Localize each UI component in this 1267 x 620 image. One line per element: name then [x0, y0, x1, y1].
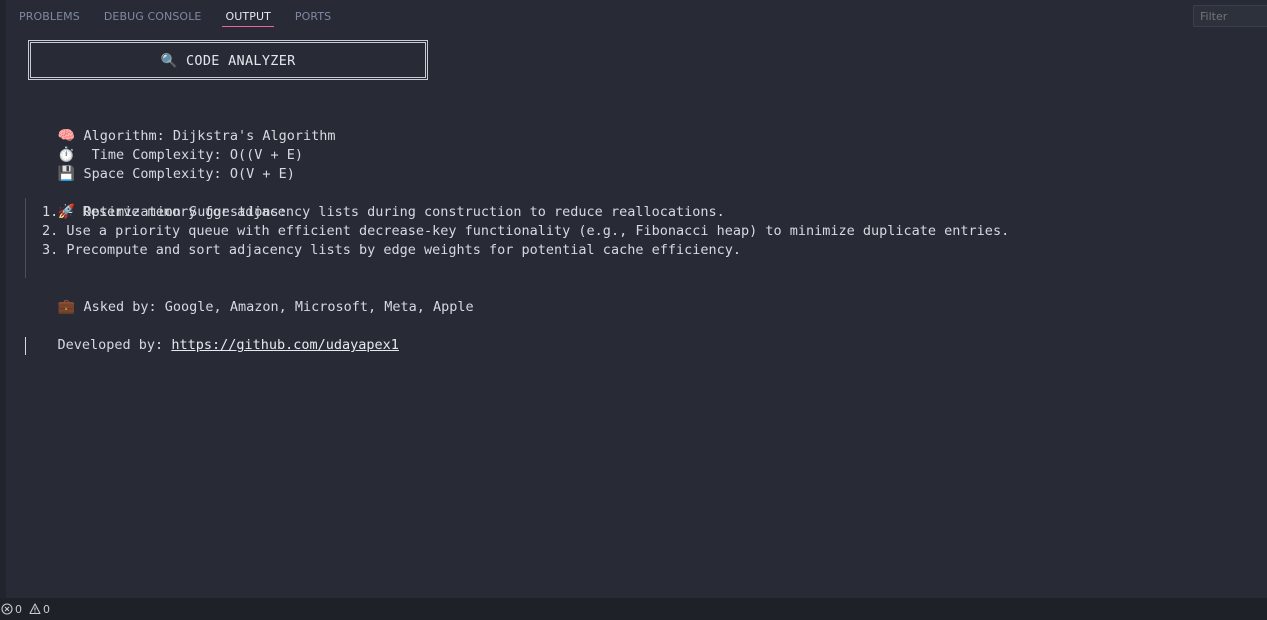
- suggestion-item: 3. Precompute and sort adjacency lists b…: [42, 242, 741, 258]
- floppy-disk-icon: 💾: [57, 166, 75, 182]
- warning-count: 0: [43, 602, 50, 616]
- error-count: 0: [15, 602, 22, 616]
- suggestions-header-line: 🚀 Optimization Suggestions:: [25, 184, 287, 220]
- warning-triangle-icon: [29, 603, 41, 615]
- asked-by-line: 💼 Asked by: Google, Amazon, Microsoft, Me…: [25, 279, 474, 315]
- output-content: 🔍 CODE ANALYZER 🧠 Algorithm: Dijkstra's A…: [25, 38, 1255, 355]
- developed-by-line: Developed by: https://github.com/udayape…: [25, 317, 399, 353]
- magnifier-icon: 🔍: [160, 53, 178, 69]
- algorithm-line: 🧠 Algorithm: Dijkstra's Algorithm: [25, 108, 336, 144]
- filter-input[interactable]: [1193, 5, 1267, 27]
- suggestion-item: 1. - Reserve memory for adjacency lists …: [42, 204, 725, 220]
- banner-title: 🔍 CODE ANALYZER: [31, 53, 425, 69]
- asked-by-text: Asked by: Google, Amazon, Microsoft, Met…: [83, 299, 474, 315]
- tab-problems[interactable]: PROBLEMS: [19, 0, 80, 30]
- text-cursor: [25, 337, 26, 355]
- suggestions-guide-line: [25, 198, 26, 278]
- panel-tabs: PROBLEMS DEBUG CONSOLE OUTPUT PORTS: [19, 0, 355, 32]
- developed-by-label: Developed by:: [57, 337, 172, 353]
- tab-debug-console[interactable]: DEBUG CONSOLE: [104, 0, 202, 30]
- status-bar: 0 0: [0, 598, 1267, 620]
- tab-ports[interactable]: PORTS: [295, 0, 331, 30]
- circle-x-icon: [1, 603, 13, 615]
- banner-box: 🔍 CODE ANALYZER: [28, 40, 428, 80]
- warnings-indicator[interactable]: 0: [29, 603, 50, 616]
- time-complexity-line: ⏱️ Time Complexity: O((V + E): [25, 127, 303, 163]
- space-complexity-line: 💾 Space Complexity: O(V + E): [25, 146, 295, 182]
- tab-output[interactable]: OUTPUT: [222, 0, 275, 30]
- suggestion-item: 2. Use a priority queue with efficient d…: [42, 223, 1010, 239]
- space-complexity-text: Space Complexity: O(V + E): [83, 166, 295, 182]
- github-link[interactable]: https://github.com/udayapex1: [171, 337, 399, 353]
- briefcase-icon: 💼: [57, 299, 75, 315]
- errors-indicator[interactable]: 0: [1, 603, 22, 616]
- banner-text: CODE ANALYZER: [185, 53, 296, 69]
